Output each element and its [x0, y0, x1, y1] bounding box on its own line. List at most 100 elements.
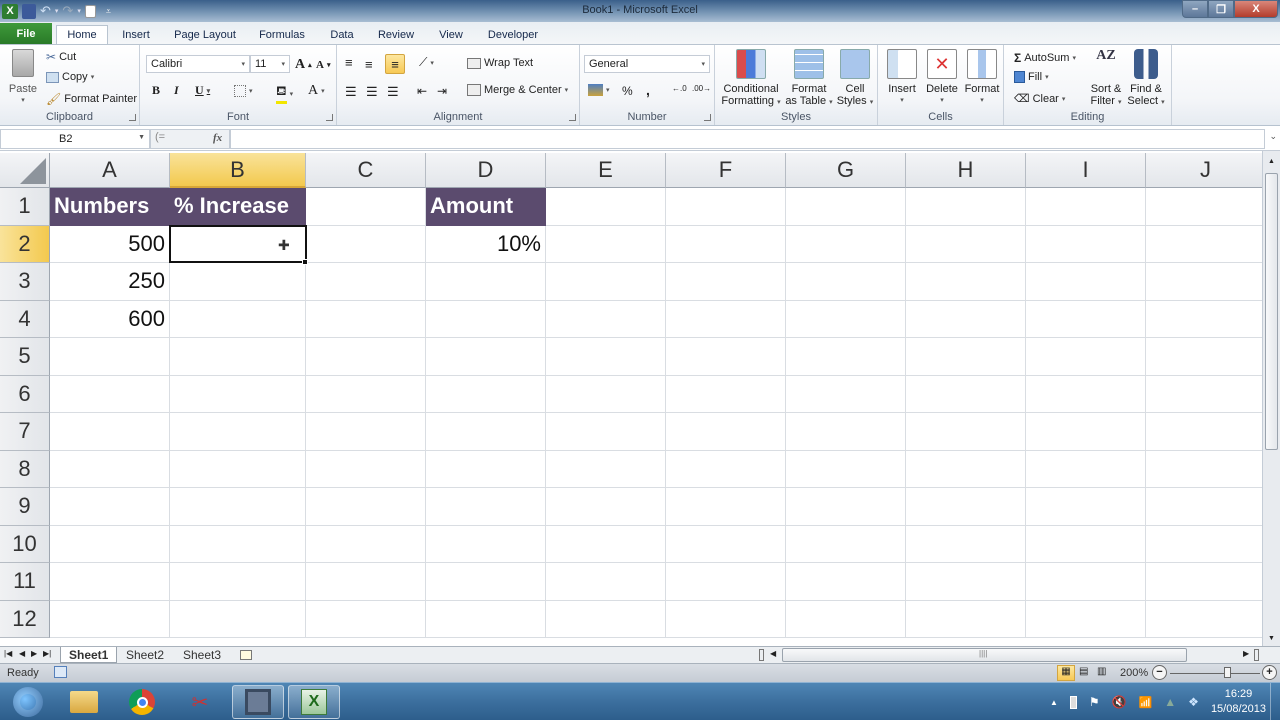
sheet-tab-sheet3[interactable]: Sheet3 — [175, 647, 229, 663]
cell-j10[interactable] — [1146, 526, 1262, 563]
action-center-flag-icon[interactable]: ⚑ — [1089, 695, 1100, 709]
cell-g10[interactable] — [786, 525, 906, 563]
cell-a10[interactable] — [50, 525, 170, 563]
delete-cells-button[interactable]: ✕ Delete ▾ — [922, 49, 962, 107]
zoom-slider-track[interactable] — [1170, 673, 1260, 674]
column-header-i[interactable]: I — [1026, 153, 1146, 188]
tab-developer[interactable]: Developer — [480, 25, 546, 44]
sheet-tab-sheet2[interactable]: Sheet2 — [118, 647, 172, 663]
align-middle-button[interactable]: ≡ — [365, 57, 373, 72]
formula-input[interactable] — [230, 129, 1265, 149]
cell-j11[interactable] — [1146, 563, 1262, 601]
copy-button[interactable]: Copy ▾ — [46, 71, 94, 83]
column-header-e[interactable]: E — [546, 153, 666, 188]
macro-record-icon[interactable] — [54, 666, 67, 678]
tab-page-layout[interactable]: Page Layout — [170, 25, 240, 44]
volume-muted-icon[interactable]: 🔇 — [1112, 695, 1127, 709]
cell-h8[interactable] — [906, 450, 1026, 488]
cell-d10[interactable] — [426, 525, 546, 563]
cell-g3[interactable] — [786, 263, 906, 301]
fill-handle[interactable] — [302, 259, 308, 265]
cell-c4[interactable] — [306, 300, 426, 338]
start-button[interactable] — [2, 685, 54, 719]
cell-h9[interactable] — [906, 488, 1026, 526]
cell-b10[interactable] — [170, 525, 306, 563]
cell-a5[interactable] — [50, 338, 170, 376]
zoom-in-button[interactable]: + — [1262, 665, 1277, 680]
cell-e12[interactable] — [546, 600, 666, 638]
cell-f10[interactable] — [666, 525, 786, 563]
cell-c6[interactable] — [306, 375, 426, 413]
cell-d3[interactable] — [426, 263, 546, 301]
cell-f1[interactable] — [666, 188, 786, 226]
tab-data[interactable]: Data — [322, 25, 362, 44]
cell-f5[interactable] — [666, 338, 786, 376]
minimize-button[interactable]: – — [1182, 0, 1208, 18]
orientation-button[interactable]: ⟋ ▾ — [419, 55, 434, 70]
bold-button[interactable]: B — [152, 83, 160, 98]
vertical-scrollbar[interactable]: ▲ ▼ — [1262, 151, 1280, 646]
cell-a4[interactable]: 600 — [50, 300, 170, 338]
cell-a8[interactable] — [50, 450, 170, 488]
cell-e6[interactable] — [546, 375, 666, 413]
taskbar-chrome[interactable] — [116, 685, 168, 719]
cell-f12[interactable] — [666, 600, 786, 638]
cell-f9[interactable] — [666, 488, 786, 526]
page-layout-view-button[interactable]: ▤ — [1079, 666, 1088, 677]
decrease-indent-button[interactable]: ⇤ — [417, 84, 427, 98]
cell-j7[interactable] — [1146, 413, 1262, 451]
alignment-dialog-launcher[interactable] — [569, 114, 576, 121]
taskbar-excel[interactable]: X — [288, 685, 340, 719]
hscroll-split-handle[interactable] — [1254, 649, 1259, 661]
column-header-a[interactable]: A — [50, 153, 170, 188]
cell-h3[interactable] — [906, 263, 1026, 301]
zoom-level[interactable]: 200% — [1120, 667, 1148, 679]
align-left-button[interactable]: ☰ — [345, 84, 357, 100]
prev-sheet-icon[interactable]: ◀ — [19, 649, 25, 658]
cell-i10[interactable] — [1026, 525, 1146, 563]
network-icon[interactable]: 📶 — [1139, 696, 1153, 709]
cell-i5[interactable] — [1026, 338, 1146, 376]
column-header-g[interactable]: G — [786, 153, 906, 188]
cell-h2[interactable] — [906, 225, 1026, 263]
conditional-formatting-button[interactable]: Conditional Formatting ▾ — [719, 49, 783, 109]
cell-h10[interactable] — [906, 525, 1026, 563]
tab-insert[interactable]: Insert — [114, 25, 158, 44]
battery-icon[interactable] — [1069, 695, 1077, 709]
horizontal-scroll-thumb[interactable]: |||| — [782, 648, 1187, 662]
font-name-select[interactable]: Calibri ▾ — [146, 55, 250, 73]
cell-d12[interactable] — [426, 600, 546, 638]
cell-h7[interactable] — [906, 413, 1026, 451]
cell-d8[interactable] — [426, 450, 546, 488]
cell-c3[interactable] — [306, 263, 426, 301]
cell-b6[interactable] — [170, 375, 306, 413]
cell-j9[interactable] — [1146, 488, 1262, 526]
first-sheet-icon[interactable]: |◀ — [4, 649, 12, 658]
row-header-12[interactable]: 12 — [0, 600, 50, 638]
select-all-button[interactable] — [0, 153, 50, 188]
cell-i2[interactable] — [1026, 225, 1146, 263]
accounting-format-button[interactable]: ▾ — [588, 84, 610, 96]
cell-b12[interactable] — [170, 600, 306, 638]
scroll-right-icon[interactable]: ▶ — [1243, 649, 1249, 658]
restore-button[interactable]: ❐ — [1208, 0, 1234, 18]
cut-button[interactable]: ✂ Cut — [46, 50, 76, 64]
paste-button[interactable]: Paste ▾ — [6, 49, 40, 107]
cell-d2[interactable]: 10% — [426, 225, 546, 263]
normal-view-button[interactable]: ▦ — [1057, 665, 1075, 681]
font-dialog-launcher[interactable] — [326, 114, 333, 121]
cell-d4[interactable] — [426, 300, 546, 338]
zoom-out-button[interactable]: − — [1152, 665, 1167, 680]
cell-i11[interactable] — [1026, 563, 1146, 601]
cell-e8[interactable] — [546, 450, 666, 488]
format-painter-button[interactable]: 🖌 Format Painter — [46, 92, 137, 106]
insert-function-button[interactable]: fx — [213, 132, 222, 144]
scroll-up-icon[interactable]: ▲ — [1268, 158, 1275, 165]
cell-c1[interactable] — [306, 188, 426, 226]
cell-a12[interactable] — [50, 600, 170, 638]
cell-f2[interactable] — [666, 225, 786, 263]
row-header-3[interactable]: 3 — [0, 263, 50, 301]
column-header-c[interactable]: C — [306, 153, 426, 188]
cell-g9[interactable] — [786, 488, 906, 526]
cell-f11[interactable] — [666, 563, 786, 601]
